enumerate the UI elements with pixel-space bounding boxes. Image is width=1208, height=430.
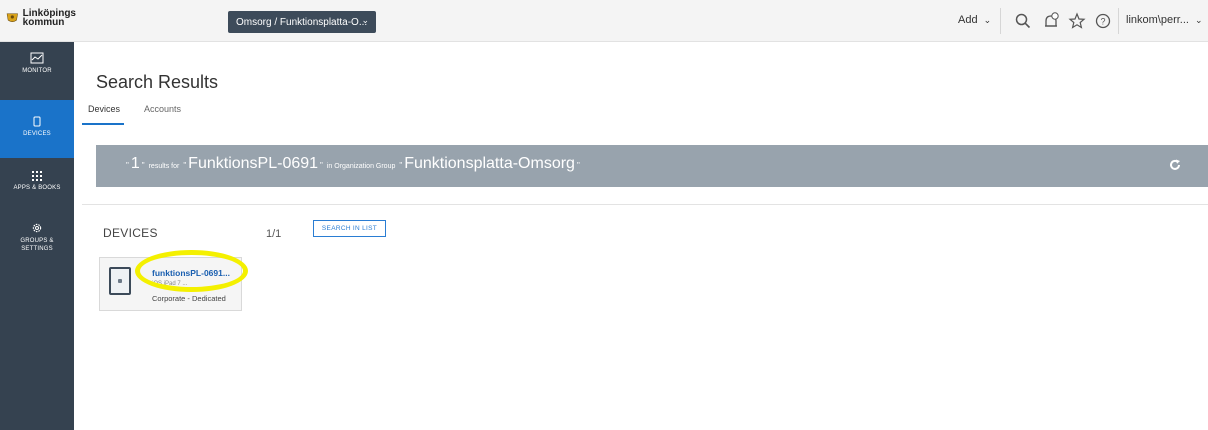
- tab-devices[interactable]: Devices: [88, 104, 120, 114]
- add-menu-button[interactable]: Add ⌄: [958, 14, 991, 26]
- search-in-list-button[interactable]: SEARCH IN LIST: [313, 220, 386, 237]
- tab-accounts[interactable]: Accounts: [144, 104, 181, 114]
- top-bar: Linköpings kommun Omsorg / Funktionsplat…: [0, 0, 1208, 42]
- search-query: FunktionsPL-0691: [188, 155, 319, 172]
- section-divider: [82, 204, 1208, 205]
- results-for-label: results for: [148, 163, 180, 170]
- quote-mark: ": [183, 161, 187, 170]
- monitor-icon: [30, 52, 44, 64]
- user-menu-button[interactable]: linkom\perr... ⌄: [1126, 14, 1203, 26]
- in-org-group-label: in Organization Group: [326, 163, 396, 170]
- crest-icon: [6, 13, 18, 22]
- tablet-icon: [109, 267, 131, 295]
- header-divider: [1000, 8, 1001, 34]
- help-icon[interactable]: ?: [1094, 12, 1112, 30]
- header-divider: [1118, 8, 1119, 34]
- add-label: Add: [958, 14, 978, 26]
- logo-text: Linköpings kommun: [22, 9, 76, 28]
- organization-group-selector[interactable]: Omsorg / Funktionsplatta-O... ⌄: [228, 11, 376, 33]
- search-icon[interactable]: [1014, 12, 1032, 30]
- gear-icon: [32, 223, 42, 233]
- user-label: linkom\perr...: [1126, 14, 1189, 26]
- nav-label-apps-books: APPS & BOOKS: [13, 185, 61, 191]
- refresh-icon[interactable]: [1168, 158, 1182, 172]
- left-navigation: MONITOR DEVICES APPS & BOOKS GROUPS & SE…: [0, 42, 74, 430]
- quote-mark: ": [126, 161, 129, 170]
- nav-label-groups-line1: GROUPS &: [20, 238, 54, 244]
- nav-item-groups-settings[interactable]: GROUPS & SETTINGS: [0, 222, 74, 280]
- quote-mark: ": [141, 161, 145, 170]
- nav-label-groups-line2: SETTINGS: [21, 246, 53, 252]
- notifications-icon[interactable]: [1042, 12, 1060, 30]
- nav-item-apps-books[interactable]: APPS & BOOKS: [0, 170, 74, 228]
- device-ownership: Corporate - Dedicated: [152, 294, 226, 303]
- results-count: 1: [130, 155, 140, 172]
- chevron-down-icon: ⌄: [983, 14, 992, 25]
- apps-grid-icon: [32, 171, 42, 181]
- logo[interactable]: Linköpings kommun: [6, 4, 76, 32]
- highlight-annotation: [135, 250, 248, 292]
- results-banner: " 1 " results for " FunktionsPL-0691 " i…: [96, 145, 1208, 187]
- organization-group-name: Funktionsplatta-Omsorg: [404, 155, 575, 172]
- quote-mark: ": [576, 161, 580, 170]
- organization-group-label: Omsorg / Funktionsplatta-O...: [236, 16, 368, 28]
- page-title: Search Results: [96, 72, 219, 92]
- quote-mark: ": [320, 161, 323, 170]
- results-page-count: 1/1: [266, 228, 282, 240]
- svg-text:?: ?: [1100, 17, 1105, 27]
- nav-label-groups-settings: GROUPS & SETTINGS: [0, 237, 74, 253]
- chevron-down-icon: ⌄: [1194, 14, 1203, 25]
- quote-mark: ": [399, 161, 403, 170]
- star-icon[interactable]: [1068, 12, 1086, 30]
- devices-section-title: DEVICES: [103, 226, 158, 240]
- logo-line-2: kommun: [22, 17, 65, 28]
- nav-label-devices: DEVICES: [23, 131, 51, 137]
- nav-label-monitor: MONITOR: [22, 68, 52, 74]
- chevron-down-icon: ⌄: [361, 15, 369, 25]
- active-tab-indicator: [82, 123, 124, 125]
- apple-logo-icon: [118, 279, 122, 283]
- nav-item-devices[interactable]: DEVICES: [0, 100, 74, 158]
- device-icon: [33, 116, 41, 127]
